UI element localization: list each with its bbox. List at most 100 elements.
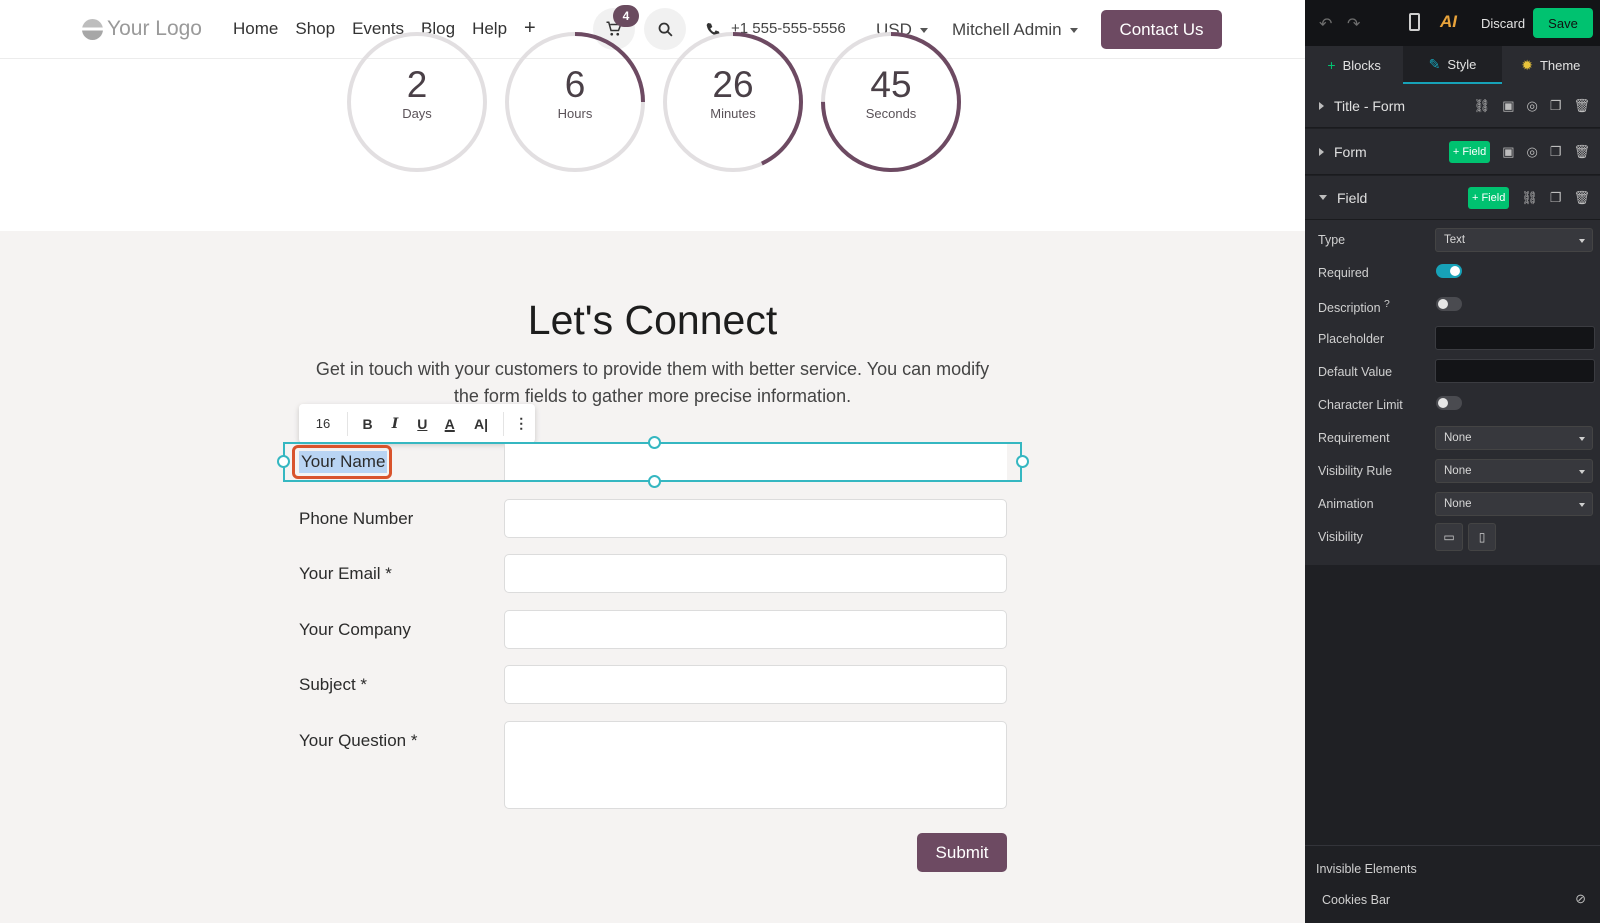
save-button[interactable]: Save: [1533, 8, 1593, 38]
section-form[interactable]: Form + Field ▣ ◎ ❐ 🗑: [1305, 129, 1600, 175]
select-parent-icon[interactable]: ◎: [1526, 98, 1537, 114]
countdown-seconds: 45 Seconds: [819, 30, 963, 174]
page-title: Let's Connect: [527, 297, 778, 343]
phone-number-label: Phone Number: [299, 509, 414, 528]
eye-slash-icon[interactable]: ⊘: [1575, 891, 1586, 907]
ai-icon[interactable]: AI: [1440, 12, 1457, 32]
italic-button[interactable]: I: [381, 404, 408, 443]
countdown-minutes: 26 Minutes: [661, 30, 805, 174]
user-name: Mitchell Admin: [952, 20, 1062, 39]
underline-button[interactable]: U: [409, 404, 436, 443]
cart-count-badge: 4: [613, 5, 639, 27]
your-question-textarea[interactable]: [504, 721, 1007, 809]
text-color-button[interactable]: A: [436, 404, 463, 443]
type-select[interactable]: Text: [1435, 228, 1593, 252]
duplicate-icon[interactable]: ❐: [1550, 98, 1562, 114]
discard-button[interactable]: Discard: [1481, 16, 1525, 31]
your-name-label[interactable]: Your Name: [299, 451, 388, 473]
plus-icon: +: [1327, 57, 1336, 73]
placeholder-input[interactable]: [1435, 326, 1595, 350]
placeholder-label: Placeholder: [1318, 332, 1385, 346]
trash-icon[interactable]: 🗑: [1573, 190, 1590, 206]
countdown-label: Hours: [557, 106, 593, 121]
add-field-button[interactable]: + Field: [1467, 186, 1510, 209]
visibility-label: Visibility: [1318, 530, 1363, 544]
save-snippet-icon[interactable]: ▣: [1502, 144, 1514, 160]
hide-mobile-icon[interactable]: ▯: [1468, 523, 1496, 551]
duplicate-icon[interactable]: ❐: [1550, 190, 1562, 206]
nav-link-home[interactable]: Home: [233, 19, 278, 39]
redo-icon[interactable]: ↷: [1347, 14, 1360, 34]
phone-number-input[interactable]: [504, 499, 1007, 538]
section-title: Field: [1337, 189, 1368, 206]
contact-us-button[interactable]: Contact Us: [1101, 10, 1222, 49]
hide-desktop-icon[interactable]: ▭: [1435, 523, 1463, 551]
requirement-select[interactable]: None: [1435, 426, 1593, 450]
add-field-button[interactable]: + Field: [1448, 140, 1491, 163]
countdown-label: Days: [402, 106, 432, 121]
cookies-bar-item[interactable]: Cookies Bar: [1322, 893, 1390, 907]
bold-button[interactable]: B: [354, 404, 381, 443]
link-icon[interactable]: ⛓: [1521, 190, 1538, 206]
resize-handle-top[interactable]: [648, 436, 661, 449]
tab-theme[interactable]: ✹ Theme: [1502, 46, 1600, 84]
default-value-input[interactable]: [1435, 359, 1595, 383]
visibility-rule-select[interactable]: None: [1435, 459, 1593, 483]
user-menu[interactable]: Mitchell Admin: [952, 20, 1078, 40]
more-options-icon[interactable]: ⋮: [508, 404, 535, 443]
required-toggle[interactable]: [1436, 264, 1462, 278]
resize-handle-left[interactable]: [277, 455, 290, 468]
countdown-label: Seconds: [865, 106, 917, 121]
website-preview: Your Logo Home Shop Events Blog Help + 4…: [0, 0, 1305, 923]
undo-icon[interactable]: ↶: [1319, 14, 1332, 34]
submit-button[interactable]: Submit: [917, 833, 1007, 872]
your-email-input[interactable]: [504, 554, 1007, 593]
logo-icon: [82, 18, 103, 40]
countdown-section: [0, 59, 1305, 231]
save-snippet-icon[interactable]: ▣: [1502, 98, 1514, 114]
nav-link-shop[interactable]: Shop: [295, 19, 335, 39]
chevron-down-icon: [1579, 239, 1585, 243]
chevron-down-icon: [1319, 195, 1327, 200]
logo[interactable]: Your Logo: [82, 17, 202, 41]
chevron-down-icon: [1069, 27, 1078, 33]
your-company-input[interactable]: [504, 610, 1007, 649]
animation-select[interactable]: None: [1435, 492, 1593, 516]
character-limit-toggle[interactable]: [1436, 396, 1462, 410]
type-value: Text: [1444, 234, 1466, 246]
countdown-value: 6: [564, 64, 586, 105]
section-field[interactable]: Field + Field ⛓ ❐ 🗑: [1305, 176, 1600, 220]
section-title-form[interactable]: Title - Form ⛓ ▣ ◎ ❐ 🗑: [1305, 84, 1600, 128]
mobile-preview-icon[interactable]: [1409, 13, 1420, 31]
chevron-right-icon: [1319, 147, 1324, 156]
help-icon: ?: [1384, 299, 1390, 310]
requirement-value: None: [1444, 432, 1472, 444]
your-question-label: Your Question *: [299, 731, 418, 750]
field-options: Type Text Required Description ? Placeho…: [1305, 220, 1600, 565]
your-email-label: Your Email *: [299, 564, 392, 583]
required-label: Required: [1318, 266, 1369, 280]
description-toggle[interactable]: [1436, 297, 1462, 311]
resize-handle-bottom[interactable]: [648, 475, 661, 488]
ai-text-button[interactable]: A|: [463, 404, 498, 443]
subject-label: Subject *: [299, 675, 368, 694]
tab-label: Theme: [1539, 57, 1581, 73]
resize-handle-right[interactable]: [1016, 455, 1029, 468]
subject-input[interactable]: [504, 665, 1007, 704]
tab-style[interactable]: ✎ Style: [1403, 46, 1502, 84]
trash-icon[interactable]: 🗑: [1573, 98, 1590, 114]
link-icon[interactable]: ⛓: [1474, 98, 1491, 114]
duplicate-icon[interactable]: ❐: [1550, 144, 1562, 160]
section-title: Title - Form: [1334, 97, 1406, 114]
your-name-input[interactable]: [504, 444, 1007, 480]
countdown-value: 2: [406, 64, 428, 105]
font-size-input[interactable]: 16: [299, 411, 348, 436]
chevron-down-icon: [1579, 437, 1585, 441]
trash-icon[interactable]: 🗑: [1573, 144, 1590, 160]
logo-text: Your Logo: [107, 17, 202, 40]
countdown-hours: 6 Hours: [503, 30, 647, 174]
tab-label: Style: [1447, 56, 1477, 72]
select-parent-icon[interactable]: ◎: [1526, 144, 1537, 160]
tab-blocks[interactable]: + Blocks: [1305, 46, 1403, 84]
description-label: Description ?: [1318, 299, 1390, 316]
